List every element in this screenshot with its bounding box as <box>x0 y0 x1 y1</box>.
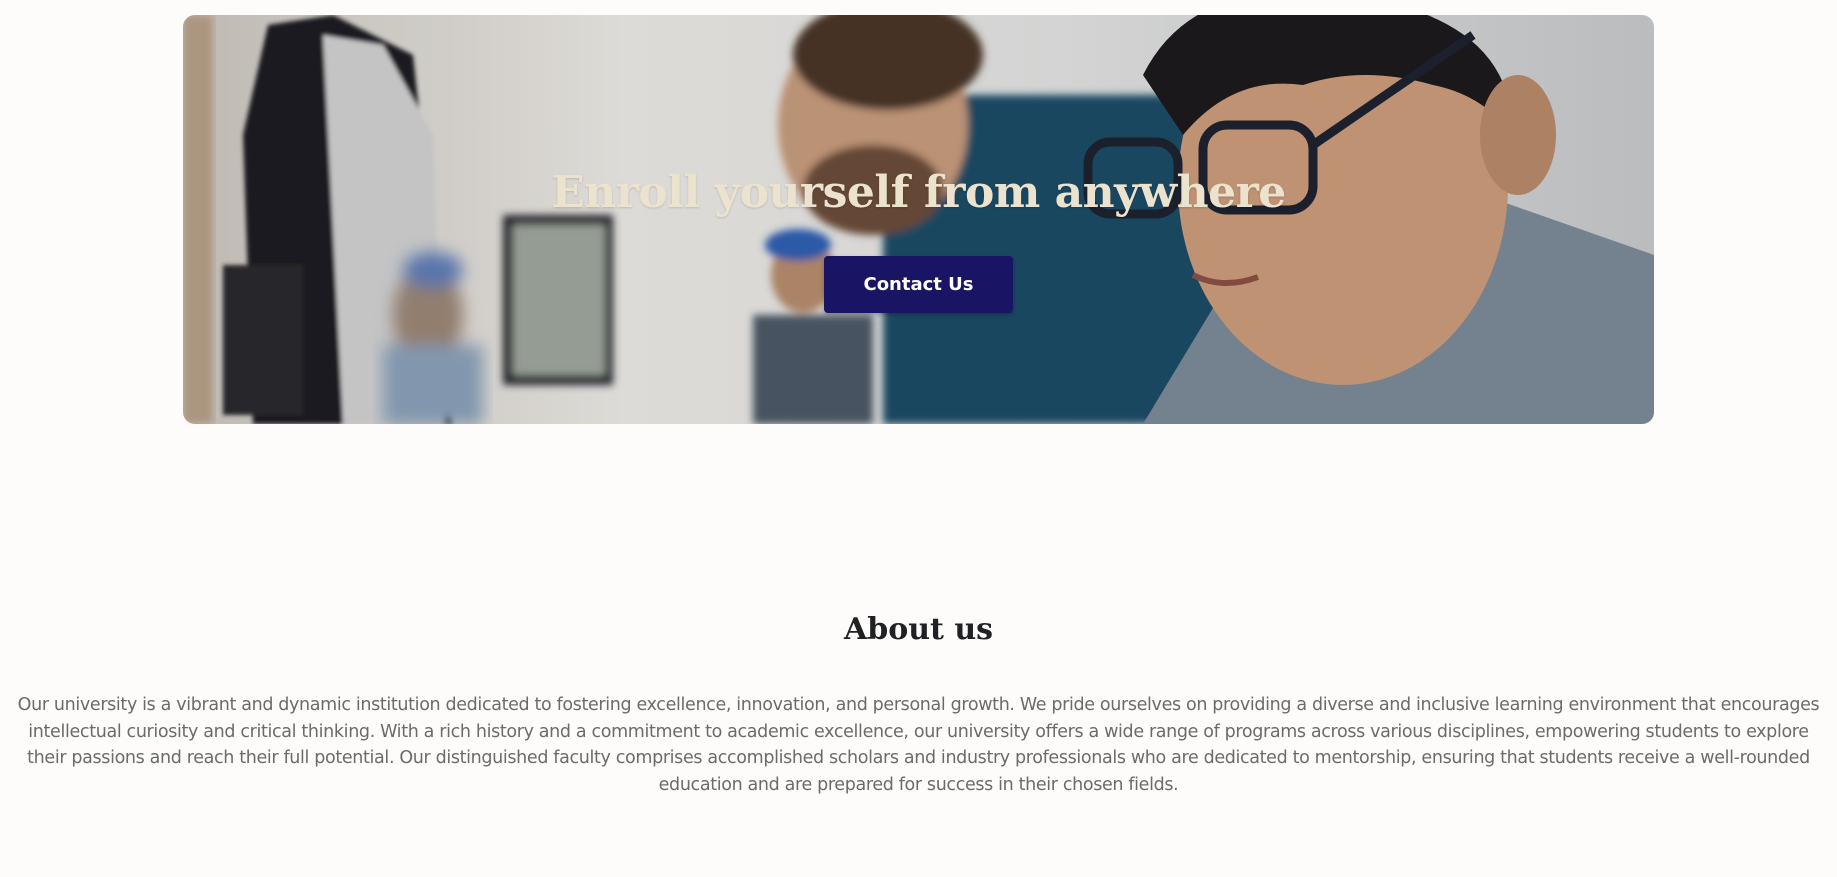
about-section: About us Our university is a vibrant and… <box>0 600 1837 798</box>
hero-background-image <box>183 15 1654 424</box>
about-description: Our university is a vibrant and dynamic … <box>17 695 1820 795</box>
about-title: About us <box>843 612 994 647</box>
hero-title: Enroll yourself from anywhere <box>551 167 1286 218</box>
hero-banner: Enroll yourself from anywhere Contact Us <box>183 15 1654 424</box>
contact-us-button[interactable]: Contact Us <box>824 256 1013 313</box>
